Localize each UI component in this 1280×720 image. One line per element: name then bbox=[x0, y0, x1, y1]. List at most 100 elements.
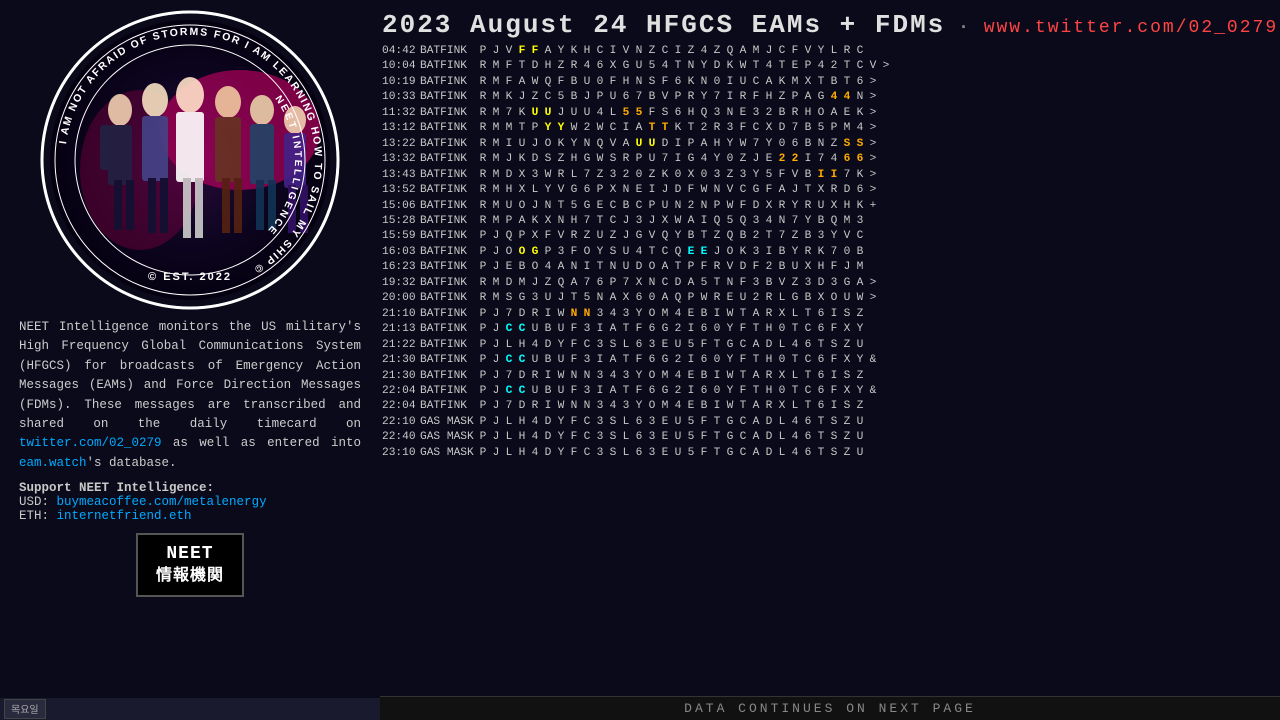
eam-link[interactable]: eam.watch bbox=[19, 456, 87, 470]
row-station: BATFINK bbox=[420, 59, 478, 74]
table-row: 22:04BATFINKPJ7DRIWNN343YOM4EBIWTARXLT6I… bbox=[382, 399, 1272, 414]
row-chars: RMDX3WRL7Z320ZK0X03Z3Y5FVBII7K> bbox=[478, 168, 878, 183]
row-time: 04:42 bbox=[382, 44, 420, 59]
row-time: 19:32 bbox=[382, 276, 420, 291]
row-time: 10:19 bbox=[382, 75, 420, 90]
taskbar-item[interactable]: 목요일 bbox=[4, 699, 46, 719]
neet-badge: NEET 情報機関 bbox=[136, 533, 244, 597]
row-station: BATFINK bbox=[420, 199, 478, 214]
row-chars: RMPAKXNH7TCJ3JXWAIQ5Q34N7YBQM3 bbox=[478, 214, 865, 229]
table-row: 15:59BATFINKPJQPXFVRZUZJGVQYBTZQB2T7ZB3Y… bbox=[382, 229, 1272, 244]
table-row: 10:33BATFINKRMKJZC5BJPU67BVPRY7IRFHZPAG4… bbox=[382, 90, 1272, 105]
row-chars: PJOOGP3FOYSU4TCQEEJOK3IBYRK70B bbox=[478, 245, 865, 260]
twitter-link[interactable]: twitter.com/02_0279 bbox=[19, 436, 162, 450]
table-row: 23:10GAS MASKPJLH4DYFC3SL63EU5FTGCADL46T… bbox=[382, 446, 1272, 461]
row-chars: RMFTDHZR46XGU54TNYDKWT4TEP42TCV> bbox=[478, 59, 891, 74]
row-time: 15:59 bbox=[382, 229, 420, 244]
row-chars: RMSG3UJT5NAX60AQPWREU2RLGBXOUW> bbox=[478, 291, 878, 306]
row-station: BATFINK bbox=[420, 106, 478, 121]
row-time: 10:33 bbox=[382, 90, 420, 105]
row-time: 21:30 bbox=[382, 369, 420, 384]
row-time: 20:00 bbox=[382, 291, 420, 306]
svg-text:© EST. 2022: © EST. 2022 bbox=[148, 271, 232, 283]
row-time: 21:13 bbox=[382, 322, 420, 337]
table-row: 16:03BATFINKPJOOGP3FOYSU4TCQEEJOK3IBYRK7… bbox=[382, 245, 1272, 260]
row-chars: RMHXLYVG6PXNEIJDFWNVCGFAJTXRD6> bbox=[478, 183, 878, 198]
row-station: BATFINK bbox=[420, 384, 478, 399]
row-station: BATFINK bbox=[420, 90, 478, 105]
row-station: BATFINK bbox=[420, 307, 478, 322]
row-time: 21:30 bbox=[382, 353, 420, 368]
row-chars: PJCCUBUF3IATF6G2I60YFTH0TC6FXY bbox=[478, 322, 865, 337]
row-station: BATFINK bbox=[420, 152, 478, 167]
row-time: 22:40 bbox=[382, 430, 420, 445]
usd-link[interactable]: buymeacoffee.com/metalenergy bbox=[57, 495, 267, 509]
eth-link[interactable]: internetfriend.eth bbox=[57, 509, 192, 523]
table-row: 13:12BATFINKRMMTPYYW2WCIATTKT2R3FCXD7B5P… bbox=[382, 121, 1272, 136]
table-row: 13:52BATFINKRMHXLYVG6PXNEIJDFWNVCGFAJTXR… bbox=[382, 183, 1272, 198]
row-chars: PJLH4DYFC3SL63EU5FTGCADL46TSZU bbox=[478, 338, 865, 353]
row-station: BATFINK bbox=[420, 291, 478, 306]
row-chars: PJVFFAYKHCIVNZCIZ4ZQAMJCFVYLRC bbox=[478, 44, 865, 59]
row-time: 23:10 bbox=[382, 446, 420, 461]
row-chars: RMDMJZQA76P7XNCDA5TNF3BVZ3D3GA> bbox=[478, 276, 878, 291]
row-station: BATFINK bbox=[420, 276, 478, 291]
row-time: 22:04 bbox=[382, 384, 420, 399]
row-chars: PJ7DRIWNN343YOM4EBIWTARXLT6ISZ bbox=[478, 369, 865, 384]
row-time: 15:28 bbox=[382, 214, 420, 229]
taskbar: 목요일 bbox=[0, 698, 380, 720]
row-station: BATFINK bbox=[420, 353, 478, 368]
row-time: 22:10 bbox=[382, 415, 420, 430]
row-station: BATFINK bbox=[420, 245, 478, 260]
table-row: 11:32BATFINKRM7KUUJUU4L55FS6HQ3NE32BRHOA… bbox=[382, 106, 1272, 121]
table-row: 20:00BATFINKRMSG3UJT5NAX60AQPWREU2RLGBXO… bbox=[382, 291, 1272, 306]
row-chars: PJEBO4ANITNUDOATPFRVDF2BUXHFJM bbox=[478, 260, 865, 275]
row-station: GAS MASK bbox=[420, 430, 478, 445]
row-time: 13:12 bbox=[382, 121, 420, 136]
table-row: 21:13BATFINKPJCCUBUF3IATF6G2I60YFTH0TC6F… bbox=[382, 322, 1272, 337]
row-chars: PJLH4DYFC3SL63EU5FTGCADL46TSZU bbox=[478, 415, 865, 430]
row-chars: PJLH4DYFC3SL63EU5FTGCADL46TSZU bbox=[478, 430, 865, 445]
row-chars: PJCCUBUF3IATF6G2I60YFTH0TC6FXY& bbox=[478, 384, 878, 399]
table-row: 21:22BATFINKPJLH4DYFC3SL63EU5FTGCADL46TS… bbox=[382, 338, 1272, 353]
description-text: NEET Intelligence monitors the US milita… bbox=[15, 318, 365, 473]
row-time: 10:04 bbox=[382, 59, 420, 74]
table-row: 22:04BATFINKPJCCUBUF3IATF6G2I60YFTH0TC6F… bbox=[382, 384, 1272, 399]
table-row: 21:30BATFINKPJ7DRIWNN343YOM4EBIWTARXLT6I… bbox=[382, 369, 1272, 384]
row-chars: RMKJZC5BJPU67BVPRY7IRFHZPAG44N> bbox=[478, 90, 878, 105]
table-row: 16:23BATFINKPJEBO4ANITNUDOATPFRVDF2BUXHF… bbox=[382, 260, 1272, 275]
row-time: 13:52 bbox=[382, 183, 420, 198]
row-time: 16:03 bbox=[382, 245, 420, 260]
table-row: 10:04BATFINKRMFTDHZR46XGU54TNYDKWT4TEP42… bbox=[382, 59, 1272, 74]
row-station: BATFINK bbox=[420, 322, 478, 337]
row-station: BATFINK bbox=[420, 399, 478, 414]
row-time: 16:23 bbox=[382, 260, 420, 275]
row-station: BATFINK bbox=[420, 214, 478, 229]
row-chars: PJQPXFVRZUZJGVQYBTZQB2T7ZB3YVC bbox=[478, 229, 865, 244]
table-row: 15:28BATFINKRMPAKXNH7TCJ3JXWAIQ5Q34N7YBQ… bbox=[382, 214, 1272, 229]
table-row: 10:19BATFINKRMFAWQFBU0FHNSF6KN0IUCAKMXTB… bbox=[382, 75, 1272, 90]
row-station: BATFINK bbox=[420, 137, 478, 152]
row-chars: PJ7DRIWNN343YOM4EBIWTARXLT6ISZ bbox=[478, 399, 865, 414]
row-station: BATFINK bbox=[420, 338, 478, 353]
left-panel: I AM NOT AFRAID OF STORMS FOR I AM LEARN… bbox=[0, 0, 380, 720]
right-panel: 2023 August 24 HFGCS EAMs + FDMs · www.t… bbox=[380, 0, 1280, 720]
row-time: 13:43 bbox=[382, 168, 420, 183]
footer-bar: DATA CONTINUES ON NEXT PAGE bbox=[380, 696, 1280, 720]
row-station: BATFINK bbox=[420, 260, 478, 275]
row-chars: RM7KUUJUU4L55FS6HQ3NE32BRHOAEK> bbox=[478, 106, 878, 121]
row-chars: RMMTPYYW2WCIATTKT2R3FCXD7B5PM4> bbox=[478, 121, 878, 136]
usd-label: USD: bbox=[19, 495, 49, 509]
row-chars: RMFAWQFBU0FHNSF6KN0IUCAKMXTBT6> bbox=[478, 75, 878, 90]
table-row: 22:10GAS MASKPJLH4DYFC3SL63EU5FTGCADL46T… bbox=[382, 415, 1272, 430]
row-time: 21:10 bbox=[382, 307, 420, 322]
table-row: 13:32BATFINKRMJKDSZHGWSRPU7IG4Y0ZJE22I74… bbox=[382, 152, 1272, 167]
table-row: 13:43BATFINKRMDX3WRL7Z320ZK0X03Z3Y5FVBII… bbox=[382, 168, 1272, 183]
row-station: BATFINK bbox=[420, 369, 478, 384]
table-row: 21:10BATFINKPJ7DRIWNN343YOM4EBIWTARXLT6I… bbox=[382, 307, 1272, 322]
support-title: Support NEET Intelligence: bbox=[19, 481, 214, 495]
table-row: 22:40GAS MASKPJLH4DYFC3SL63EU5FTGCADL46T… bbox=[382, 430, 1272, 445]
row-chars: PJCCUBUF3IATF6G2I60YFTH0TC6FXY& bbox=[478, 353, 878, 368]
row-station: GAS MASK bbox=[420, 415, 478, 430]
row-chars: PJLH4DYFC3SL63EU5FTGCADL46TSZU bbox=[478, 446, 865, 461]
